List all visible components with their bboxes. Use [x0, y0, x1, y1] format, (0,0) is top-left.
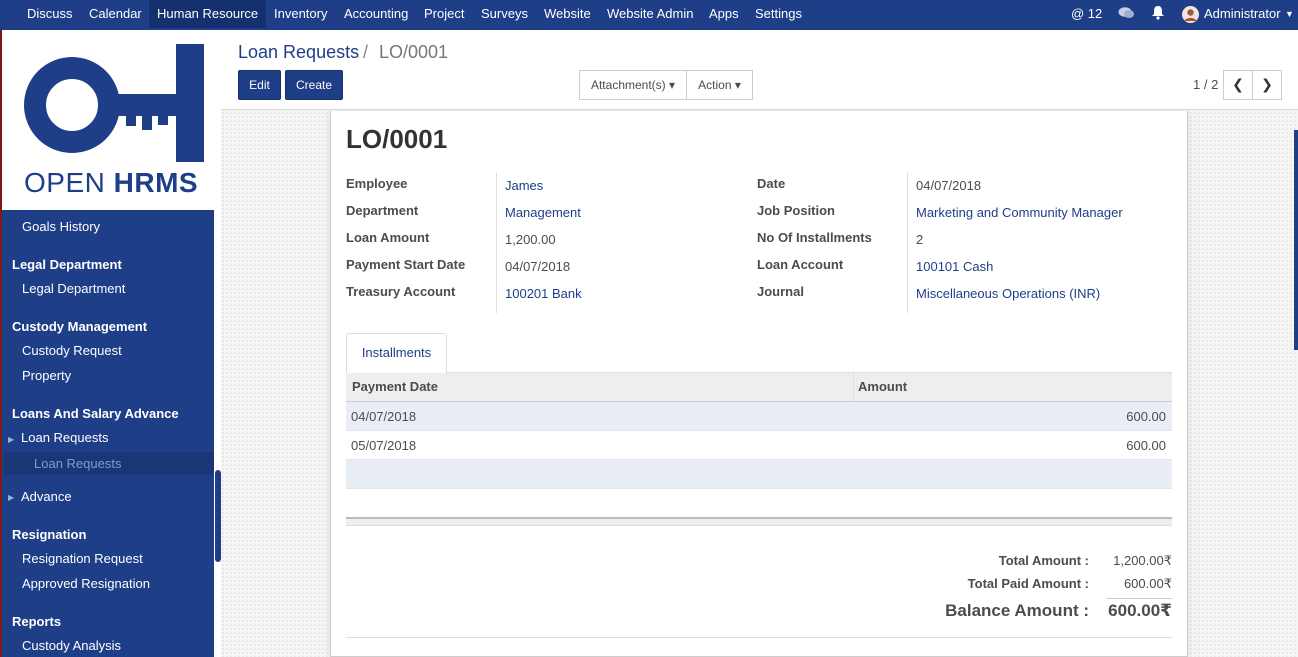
field-value-installments-count: 2 [916, 232, 924, 247]
mentions-counter[interactable]: @ 12 [1071, 0, 1102, 28]
action-dropdown[interactable]: Action ▾ [686, 70, 753, 100]
sidebar-item-goals-history[interactable]: Goals History [22, 219, 100, 234]
field-value-treasury-account[interactable]: 100201 Bank [505, 286, 582, 301]
pager-next-button[interactable]: ❯ [1252, 70, 1282, 100]
menu-accounting[interactable]: Accounting [344, 0, 408, 28]
field-label-employee: Employee [346, 176, 408, 191]
field-label-loan-account: Loan Account [757, 257, 844, 272]
column-divider [853, 373, 854, 402]
logo-mark-icon [24, 44, 204, 162]
field-divider [907, 173, 908, 313]
sidebar-section-resignation[interactable]: Resignation [12, 527, 86, 542]
edit-button[interactable]: Edit [238, 70, 281, 100]
menu-surveys[interactable]: Surveys [481, 0, 528, 28]
sidebar-item-custody-request[interactable]: Custody Request [22, 343, 122, 358]
control-panel: Loan Requests / LO/0001 Edit Create Atta… [221, 30, 1298, 110]
top-navbar: Discuss Calendar Human Resource Inventor… [0, 0, 1298, 30]
field-divider [496, 173, 497, 313]
breadcrumb-separator: / [363, 42, 369, 62]
user-menu-label[interactable]: Administrator [1204, 0, 1281, 28]
table-header: Payment Date Amount [346, 373, 1172, 402]
record-title: LO/0001 [346, 124, 448, 154]
field-label-installments-count: No Of Installments [757, 230, 872, 245]
menu-human-resource[interactable]: Human Resource [149, 0, 267, 28]
sidebar-section-reports[interactable]: Reports [12, 614, 61, 629]
bell-icon[interactable] [1151, 5, 1165, 21]
sidebar-item-property[interactable]: Property [22, 368, 71, 383]
sidebar-item-resignation-request[interactable]: Resignation Request [22, 551, 143, 566]
caret-right-icon: ▶ [8, 435, 15, 444]
menu-calendar[interactable]: Calendar [89, 0, 142, 28]
field-label-date: Date [757, 176, 786, 191]
breadcrumb-current: LO/0001 [379, 42, 449, 62]
sidebar-section-custody[interactable]: Custody Management [12, 319, 147, 334]
cell-payment-date: 04/07/2018 [351, 409, 417, 424]
breadcrumb-parent[interactable]: Loan Requests [238, 42, 359, 63]
sidebar-item-approved-resignation[interactable]: Approved Resignation [22, 576, 150, 591]
column-header-payment-date[interactable]: Payment Date [352, 379, 438, 394]
sidebar-item-legal-department[interactable]: Legal Department [22, 281, 125, 296]
field-label-treasury-account: Treasury Account [346, 284, 456, 299]
create-button[interactable]: Create [285, 70, 343, 100]
field-value-department[interactable]: Management [505, 205, 581, 220]
sidebar: OPEN HRMS Goals History Legal Department… [0, 30, 221, 657]
table-row-empty [346, 460, 1172, 489]
pager-previous-button[interactable]: ❮ [1223, 70, 1253, 100]
field-value-date: 04/07/2018 [916, 178, 982, 193]
pager-value[interactable]: 1 / 2 [1193, 77, 1218, 92]
menu-inventory[interactable]: Inventory [274, 0, 327, 28]
total-amount-value: 1,200.00₹ [1113, 553, 1172, 568]
field-label-job-position: Job Position [757, 203, 835, 218]
menu-apps[interactable]: Apps [709, 0, 739, 28]
tab-installments[interactable]: Installments [346, 333, 447, 373]
total-paid-label: Total Paid Amount : [967, 576, 1089, 591]
field-label-loan-amount: Loan Amount [346, 230, 430, 245]
chat-icon[interactable] [1118, 6, 1135, 22]
sidebar-item-custody-analysis[interactable]: Custody Analysis [22, 638, 121, 653]
sidebar-section-loans[interactable]: Loans And Salary Advance [12, 406, 179, 421]
sidebar-item-advance[interactable]: Advance [21, 489, 72, 504]
menu-website[interactable]: Website [544, 0, 591, 28]
table-row[interactable]: 04/07/2018 600.00 [346, 402, 1172, 431]
chevron-down-icon[interactable]: ▼ [1285, 0, 1294, 28]
balance-amount-value: 600.00₹ [1108, 601, 1172, 620]
sidebar-section-legal[interactable]: Legal Department [12, 257, 122, 272]
sidebar-item-loan-requests-active[interactable]: Loan Requests [4, 452, 214, 475]
field-label-journal: Journal [757, 284, 804, 299]
balance-divider [1106, 598, 1172, 599]
logo[interactable]: OPEN HRMS [2, 30, 221, 210]
column-header-amount[interactable]: Amount [858, 379, 907, 394]
field-value-payment-start-date: 04/07/2018 [505, 259, 571, 274]
table-footer [346, 517, 1172, 526]
content-scrollbar-thumb[interactable] [1294, 130, 1298, 350]
caret-right-icon: ▶ [8, 493, 15, 502]
field-label-payment-start-date: Payment Start Date [346, 257, 466, 272]
sidebar-scrollbar-track[interactable] [214, 210, 221, 657]
cell-payment-date: 05/07/2018 [351, 438, 417, 453]
attachments-dropdown[interactable]: Attachment(s) ▾ [579, 70, 687, 100]
field-value-loan-amount: 1,200.00 [505, 232, 556, 247]
total-paid-value: 600.00₹ [1123, 576, 1172, 591]
sidebar-subitem-label: Loan Requests [34, 456, 122, 471]
chevron-right-icon: ❯ [1261, 76, 1273, 92]
logo-text: OPEN HRMS [24, 167, 199, 198]
field-value-journal[interactable]: Miscellaneous Operations (INR) [916, 286, 1100, 301]
sidebar-item-loan-requests[interactable]: Loan Requests [21, 430, 108, 445]
menu-settings[interactable]: Settings [755, 0, 802, 28]
sheet-bottom-divider [346, 637, 1172, 638]
menu-discuss[interactable]: Discuss [27, 0, 73, 28]
avatar[interactable] [1182, 6, 1199, 24]
table-row[interactable]: 05/07/2018 600.00 [346, 431, 1172, 460]
menu-project[interactable]: Project [424, 0, 464, 28]
chevron-left-icon: ❮ [1232, 76, 1244, 92]
balance-amount-label: Balance Amount : [945, 601, 1089, 620]
field-value-employee[interactable]: James [505, 178, 543, 193]
cell-amount: 600.00 [1126, 409, 1166, 424]
total-amount-label: Total Amount : [998, 553, 1089, 568]
field-value-job-position[interactable]: Marketing and Community Manager [916, 205, 1123, 220]
field-value-loan-account[interactable]: 100101 Cash [916, 259, 993, 274]
field-label-department: Department [346, 203, 419, 218]
cell-amount: 600.00 [1126, 438, 1166, 453]
menu-website-admin[interactable]: Website Admin [607, 0, 693, 28]
